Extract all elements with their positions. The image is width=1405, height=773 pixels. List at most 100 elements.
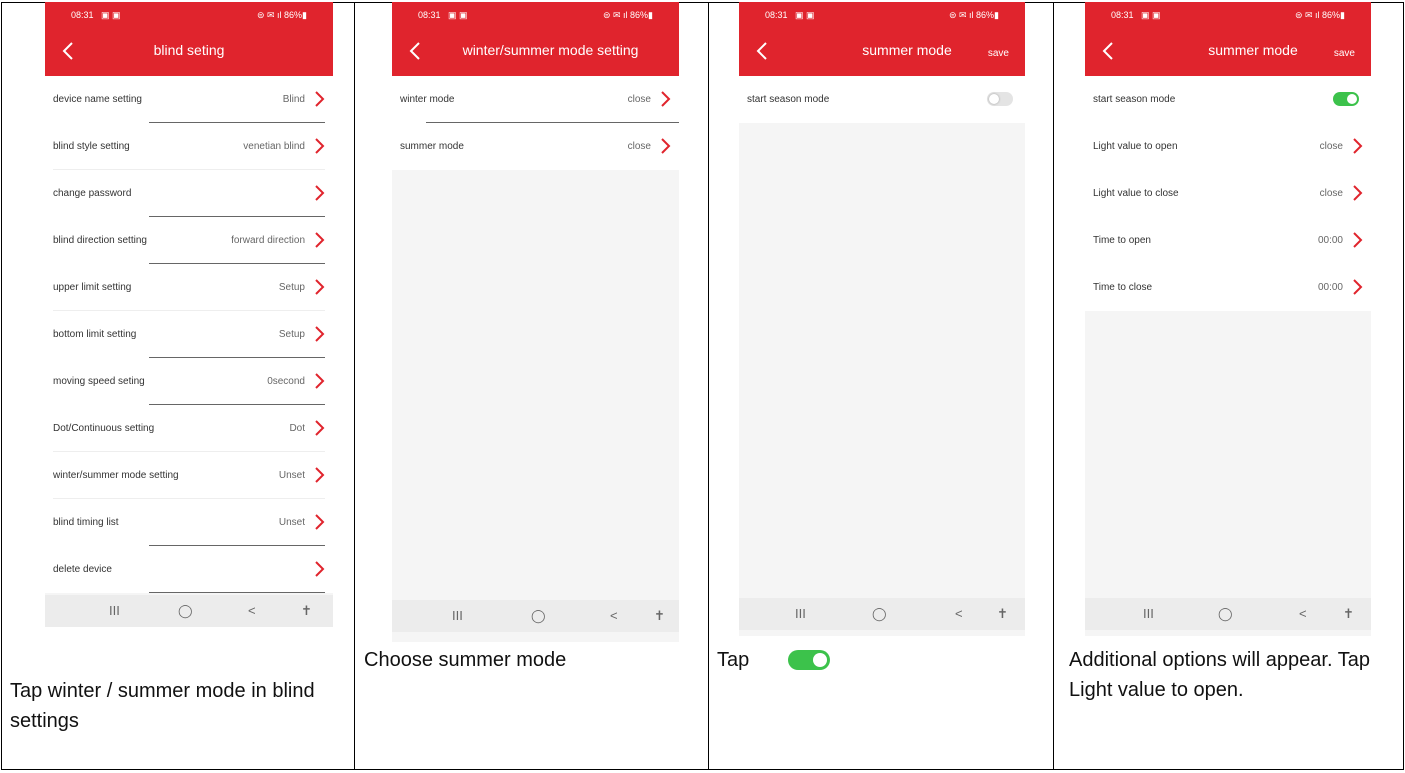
row-label: start season mode	[747, 94, 830, 105]
page-title: blind seting	[153, 42, 225, 58]
system-nav-bar: III ◯ < ✝	[1085, 598, 1371, 630]
row-start-season-mode: start season mode	[739, 76, 1025, 123]
chevron-right-icon	[315, 373, 325, 389]
recents-icon[interactable]: III	[109, 603, 120, 618]
recents-icon[interactable]: III	[795, 606, 806, 621]
save-button[interactable]: save	[988, 48, 1009, 59]
chevron-right-icon	[315, 232, 325, 248]
season-options-list: start season mode Light value to open cl…	[1085, 76, 1371, 311]
row-summer-mode[interactable]: summer mode close	[392, 123, 679, 170]
season-mode-toggle[interactable]	[987, 92, 1013, 106]
row-value: Setup	[278, 282, 305, 293]
row-start-season-mode: start season mode	[1085, 76, 1371, 123]
home-icon[interactable]: ◯	[1218, 606, 1233, 622]
row-value: Dot	[289, 423, 305, 434]
recents-icon[interactable]: III	[1143, 606, 1154, 621]
status-time: 08:31	[418, 10, 441, 20]
row-bottom-limit[interactable]: bottom limit setting Setup	[45, 311, 333, 358]
mode-list: winter mode close summer mode close	[392, 76, 679, 170]
back-arrow-icon[interactable]	[1099, 40, 1119, 62]
nav-back-icon[interactable]: <	[1299, 606, 1307, 621]
toggle-knob	[813, 653, 827, 667]
home-icon[interactable]: ◯	[178, 603, 193, 619]
caption-toggle-on-icon	[788, 650, 830, 670]
status-bar: 08:31 ▣ ▣ ⊜ ✉ ıl 86%▮	[1085, 2, 1371, 28]
row-label: blind style setting	[53, 141, 130, 152]
season-list: start season mode	[739, 76, 1025, 123]
row-value: 00:00	[1317, 235, 1343, 246]
status-icons: ▣ ▣	[101, 10, 121, 20]
chevron-right-icon	[1353, 232, 1363, 248]
app-bar: summer mode save	[739, 28, 1025, 76]
row-label: Dot/Continuous setting	[53, 423, 155, 434]
back-arrow-icon[interactable]	[753, 40, 773, 62]
accessibility-icon[interactable]: ✝	[654, 608, 665, 624]
row-label: summer mode	[400, 141, 464, 152]
nav-back-icon[interactable]: <	[610, 608, 618, 623]
row-label: bottom limit setting	[53, 329, 137, 340]
status-time: 08:31	[765, 10, 788, 20]
row-label: Light value to close	[1093, 188, 1179, 199]
phone-screen-blind-setting: 08:31 ▣ ▣ ⊜ ✉ ıl 86%▮ blind seting devic…	[45, 2, 333, 627]
row-value: 0second	[267, 376, 305, 387]
app-bar: winter/summer mode setting	[392, 28, 679, 76]
status-bar: 08:31 ▣ ▣ ⊜ ✉ ıl 86%▮	[739, 2, 1025, 28]
step-caption-3: Tap	[717, 649, 750, 671]
row-winter-mode[interactable]: winter mode close	[392, 76, 679, 123]
row-label: Light value to open	[1093, 141, 1178, 152]
toggle-knob	[1347, 94, 1357, 104]
row-upper-limit[interactable]: upper limit setting Setup	[45, 264, 333, 311]
row-value: Blind	[282, 94, 305, 105]
row-value: venetian blind	[243, 141, 305, 152]
row-value: forward direction	[231, 235, 305, 246]
chevron-right-icon	[315, 326, 325, 342]
row-label: start season mode	[1093, 94, 1176, 105]
row-device-name[interactable]: device name setting Blind	[45, 76, 333, 123]
app-bar: summer mode save	[1085, 28, 1371, 76]
row-change-password[interactable]: change password	[45, 170, 333, 217]
accessibility-icon[interactable]: ✝	[1343, 606, 1354, 622]
settings-list: device name setting Blind blind style se…	[45, 76, 333, 593]
chevron-right-icon	[315, 138, 325, 154]
row-value: close	[1319, 188, 1343, 199]
accessibility-icon[interactable]: ✝	[997, 606, 1008, 622]
status-bar: 08:31 ▣ ▣ ⊜ ✉ ıl 86%▮	[45, 2, 333, 28]
chevron-right-icon	[315, 467, 325, 483]
row-value: close	[627, 94, 651, 105]
chevron-right-icon	[315, 185, 325, 201]
status-right-icons: ⊜ ✉ ıl 86%▮	[1294, 10, 1345, 20]
system-nav-bar: III ◯ < ✝	[45, 595, 333, 627]
season-mode-toggle[interactable]	[1333, 92, 1359, 106]
row-light-value-close[interactable]: Light value to close close	[1085, 170, 1371, 217]
accessibility-icon[interactable]: ✝	[301, 603, 312, 619]
status-icons: ▣ ▣	[1141, 10, 1161, 20]
row-moving-speed[interactable]: moving speed seting 0second	[45, 358, 333, 405]
row-winter-summer-mode[interactable]: winter/summer mode setting Unset	[45, 452, 333, 499]
row-time-close[interactable]: Time to close 00:00	[1085, 264, 1371, 311]
row-label: moving speed seting	[53, 376, 145, 387]
save-button[interactable]: save	[1334, 48, 1355, 59]
status-bar: 08:31 ▣ ▣ ⊜ ✉ ıl 86%▮	[392, 2, 679, 28]
row-delete-device[interactable]: delete device	[45, 546, 333, 593]
home-icon[interactable]: ◯	[531, 608, 546, 624]
status-time: 08:31	[71, 10, 94, 20]
step-caption-4: Additional options will appear. Tap Ligh…	[1069, 649, 1370, 701]
home-icon[interactable]: ◯	[872, 606, 887, 622]
row-value: Unset	[278, 470, 305, 481]
status-right-icons: ⊜ ✉ ıl 86%▮	[602, 10, 653, 20]
row-label: device name setting	[53, 94, 142, 105]
nav-back-icon[interactable]: <	[248, 603, 256, 618]
row-light-value-open[interactable]: Light value to open close	[1085, 123, 1371, 170]
page-title: winter/summer mode setting	[462, 42, 639, 58]
toggle-knob	[989, 94, 999, 104]
system-nav-bar: III ◯ < ✝	[739, 598, 1025, 630]
chevron-right-icon	[315, 279, 325, 295]
row-blind-timing-list[interactable]: blind timing list Unset	[45, 499, 333, 546]
recents-icon[interactable]: III	[452, 608, 463, 623]
step-caption-1: Tap winter / summer mode in blind settin…	[10, 680, 315, 732]
row-blind-style[interactable]: blind style setting venetian blind	[45, 123, 333, 170]
nav-back-icon[interactable]: <	[955, 606, 963, 621]
row-blind-direction[interactable]: blind direction setting forward directio…	[45, 217, 333, 264]
row-dot-continuous[interactable]: Dot/Continuous setting Dot	[45, 405, 333, 452]
row-time-open[interactable]: Time to open 00:00	[1085, 217, 1371, 264]
